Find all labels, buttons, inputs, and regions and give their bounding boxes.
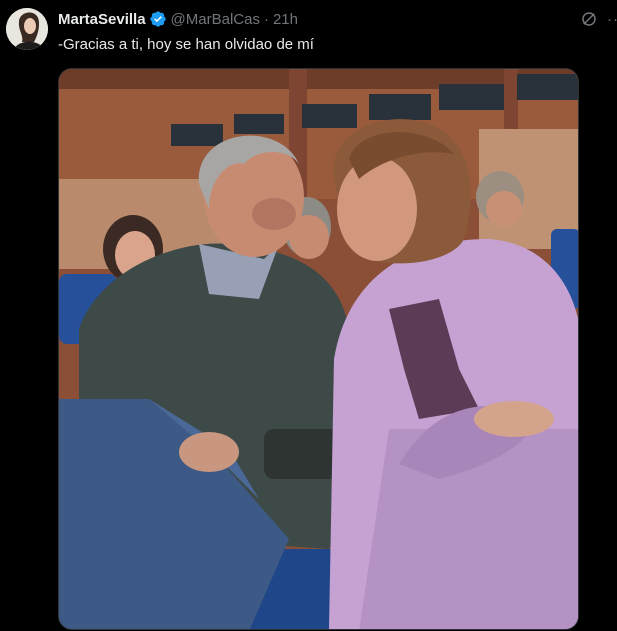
tweet-text: -Gracias a ti, hoy se han olvidao de mí (58, 36, 314, 53)
author-name[interactable]: MartaSevilla (58, 11, 146, 28)
grok-icon[interactable] (580, 10, 598, 28)
tweet-header: MartaSevilla @MarBalCas · 21h (58, 9, 298, 29)
tweet-photo[interactable] (58, 68, 579, 630)
author-handle[interactable]: @MarBalCas (171, 11, 260, 28)
tweet-timestamp[interactable]: 21h (273, 11, 298, 28)
verified-badge-icon (149, 11, 166, 27)
photo-image (59, 69, 578, 629)
more-options-icon[interactable]: ·· (607, 11, 617, 28)
author-avatar[interactable] (6, 8, 48, 50)
tweet: MartaSevilla @MarBalCas · 21h ·· -Gracia… (0, 0, 617, 631)
separator-dot: · (263, 10, 269, 28)
avatar-image (6, 8, 48, 50)
